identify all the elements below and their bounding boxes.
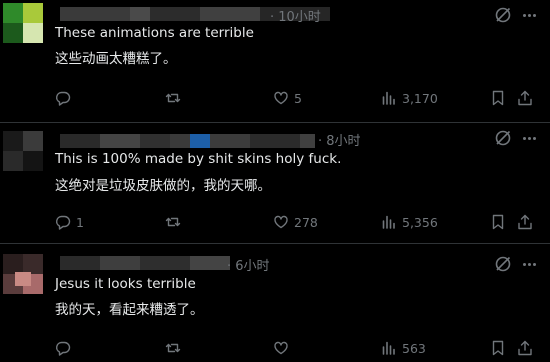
reply-icon <box>56 341 71 356</box>
like-button[interactable]: 278 <box>273 211 318 233</box>
reply-icon <box>56 91 71 106</box>
grok-icon[interactable] <box>493 254 513 274</box>
action-bar: 563 <box>0 337 550 359</box>
reply-button[interactable] <box>55 337 76 359</box>
like-count: 5 <box>294 90 302 106</box>
timestamp: · 8小时 <box>318 134 361 149</box>
post-text-en: Jesus it looks terrible <box>55 276 196 292</box>
post-text-zh: 这绝对是垃圾皮肤做的，我的天哪。 <box>55 178 271 194</box>
like-icon <box>274 341 288 355</box>
post-text-en: This is 100% made by shit skins holy fuc… <box>55 151 342 167</box>
like-icon <box>274 91 288 105</box>
post-text-zh: 我的天，看起来糟透了。 <box>55 302 204 318</box>
grok-icon[interactable] <box>493 128 513 148</box>
timestamp: · 10小时 <box>270 10 321 25</box>
repost-icon <box>165 93 181 103</box>
repost-icon <box>165 217 181 227</box>
views-icon <box>382 215 395 229</box>
post-2[interactable]: · 8小时 This is 100% made by shit skins ho… <box>0 123 550 241</box>
like-count: 278 <box>294 214 318 230</box>
reply-button[interactable] <box>55 87 76 109</box>
views-button[interactable]: 563 <box>381 337 426 359</box>
repost-button[interactable] <box>165 211 186 233</box>
post-3[interactable]: · 6小时 Jesus it looks terrible 我的天，看起来糟透了… <box>0 244 550 362</box>
like-button[interactable]: 5 <box>273 87 302 109</box>
share-icon[interactable] <box>517 340 533 356</box>
redacted-username <box>60 256 230 270</box>
avatar[interactable] <box>3 3 43 43</box>
reply-icon <box>56 215 71 230</box>
avatar[interactable] <box>3 131 43 171</box>
more-icon[interactable] <box>519 128 539 148</box>
like-icon <box>274 215 288 229</box>
action-bar: 5 3,170 <box>0 87 550 109</box>
bookmark-icon[interactable] <box>490 90 506 106</box>
like-button[interactable] <box>273 337 294 359</box>
bookmark-icon[interactable] <box>490 340 506 356</box>
view-count: 3,170 <box>402 90 438 106</box>
share-icon[interactable] <box>517 90 533 106</box>
avatar[interactable] <box>3 254 43 294</box>
repost-button[interactable] <box>165 337 186 359</box>
repost-icon <box>165 343 181 353</box>
post-text-en: These animations are terrible <box>55 25 254 41</box>
grok-icon[interactable] <box>493 5 513 25</box>
redacted-username <box>60 134 315 148</box>
more-icon[interactable] <box>519 5 539 25</box>
reply-button[interactable]: 1 <box>55 211 84 233</box>
bookmark-icon[interactable] <box>490 214 506 230</box>
views-icon <box>382 91 395 105</box>
views-button[interactable]: 5,356 <box>381 211 438 233</box>
post-1[interactable]: · 10小时 These animations are terrible 这些动… <box>0 0 550 120</box>
view-count: 5,356 <box>402 214 438 230</box>
timestamp: · 6小时 <box>227 259 270 274</box>
views-button[interactable]: 3,170 <box>381 87 438 109</box>
action-bar: 1 278 5,356 <box>0 211 550 233</box>
views-icon <box>382 341 395 355</box>
repost-button[interactable] <box>165 87 186 109</box>
more-icon[interactable] <box>519 254 539 274</box>
view-count: 563 <box>402 340 426 356</box>
post-text-zh: 这些动画太糟糕了。 <box>55 51 177 67</box>
reply-count: 1 <box>76 214 84 230</box>
share-icon[interactable] <box>517 214 533 230</box>
